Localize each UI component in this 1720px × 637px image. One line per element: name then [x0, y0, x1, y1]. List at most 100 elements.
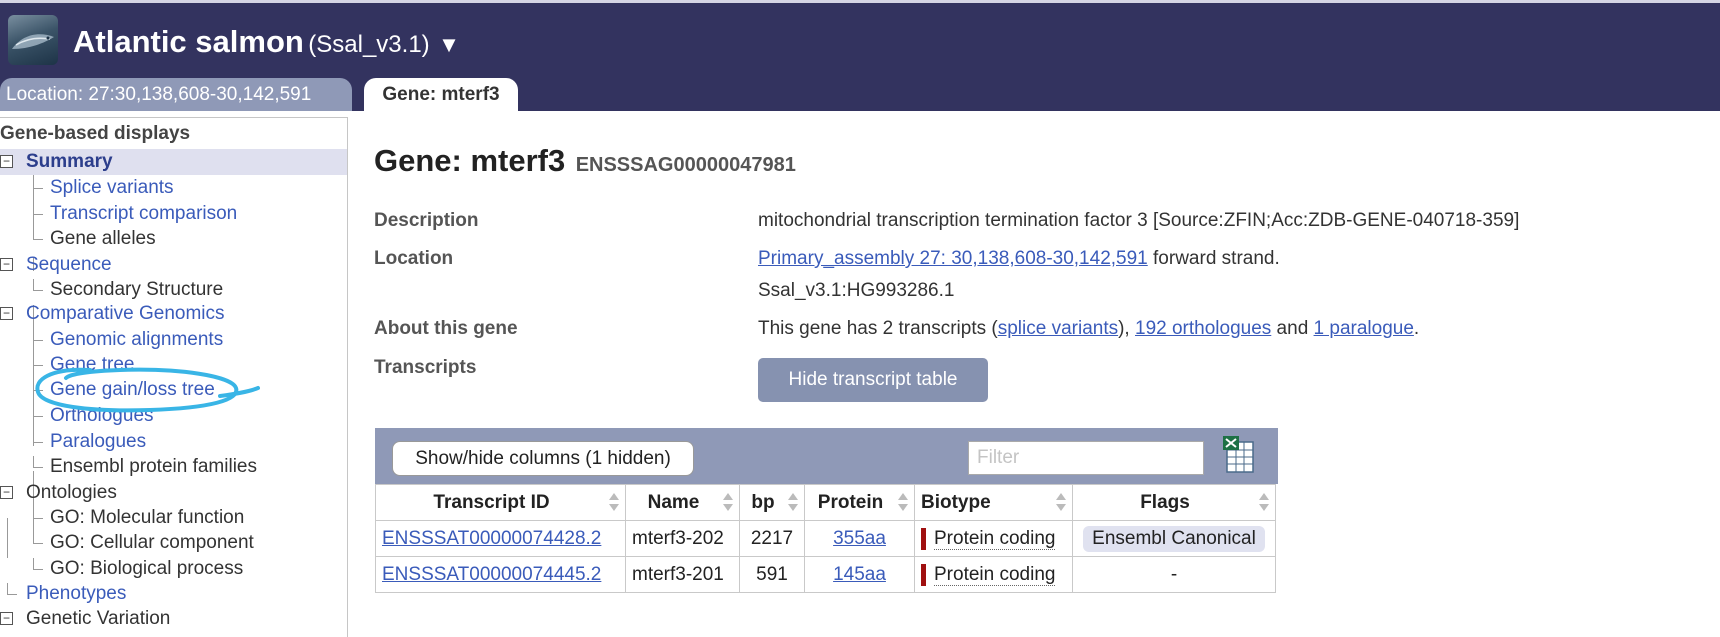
- sidebar-item-label: Genetic Variation: [26, 608, 171, 629]
- collapse-icon[interactable]: −: [0, 258, 13, 271]
- sidebar-item-label: Gene gain/loss tree: [50, 379, 215, 400]
- biotype-label[interactable]: Protein coding: [934, 563, 1056, 586]
- flags-empty: -: [1072, 556, 1276, 593]
- protein-length-link[interactable]: 145aa: [833, 564, 886, 585]
- description-value: mitochondrial transcription termination …: [758, 210, 1520, 231]
- sidebar-item-label: Summary: [26, 151, 113, 172]
- column-header-protein[interactable]: Protein: [804, 484, 915, 521]
- transcripts-label: Transcripts: [374, 357, 477, 378]
- column-header-label: Name: [647, 491, 700, 513]
- species-name: Atlantic salmon: [73, 24, 304, 59]
- top-border: [0, 0, 1720, 3]
- location-value: Primary_assembly 27: 30,138,608-30,142,5…: [758, 248, 1280, 270]
- sidebar-item-label: Ensembl protein families: [50, 456, 257, 477]
- sidebar-item-label: Phenotypes: [26, 583, 127, 604]
- location-suffix: forward strand.: [1147, 248, 1280, 269]
- sidebar-item-label: Secondary Structure: [50, 279, 224, 300]
- protein-length-link[interactable]: 355aa: [833, 528, 886, 549]
- table-row: ENSSSAT00000074445.2 mterf3-201 591 145a…: [375, 556, 1276, 593]
- table-row: ENSSSAT00000074428.2 mterf3-202 2217 355…: [375, 520, 1276, 557]
- tree-connector: [33, 203, 43, 215]
- column-header-flags[interactable]: Flags: [1072, 484, 1276, 521]
- tree-connector: [7, 518, 8, 558]
- chevron-down-icon[interactable]: ▼: [438, 32, 460, 57]
- salmon-logo-icon[interactable]: [8, 15, 58, 65]
- column-header-bp[interactable]: bp: [739, 484, 805, 521]
- tree-connector: [33, 279, 43, 291]
- column-header-biotype[interactable]: Biotype: [914, 484, 1073, 521]
- sidebar-heading: Gene-based displays: [0, 123, 191, 144]
- tree-connector: [33, 329, 43, 341]
- page-title: Gene: mterf3 ENSSSAG00000047981: [374, 143, 796, 179]
- column-header-label: Transcript ID: [433, 491, 550, 513]
- excel-export-icon[interactable]: [1222, 434, 1256, 474]
- transcript-name: mterf3-202: [625, 520, 740, 557]
- orthologues-link[interactable]: 192 orthologues: [1135, 318, 1271, 339]
- gene-stable-id: ENSSSAG00000047981: [575, 154, 796, 176]
- tree-connector: [33, 532, 43, 544]
- paralogue-link[interactable]: 1 paralogue: [1314, 318, 1414, 339]
- description-label: Description: [374, 210, 479, 231]
- biotype-cell: Protein coding: [921, 527, 1056, 550]
- transcript-name: mterf3-201: [625, 556, 740, 593]
- sort-icon[interactable]: [788, 493, 798, 513]
- tree-connector: [33, 405, 43, 417]
- about-label: About this gene: [374, 318, 518, 339]
- transcript-id-link[interactable]: ENSSSAT00000074445.2: [382, 564, 601, 585]
- biotype-cell: Protein coding: [921, 563, 1056, 586]
- species-title[interactable]: Atlantic salmon (Ssal_v3.1) ▼: [73, 24, 460, 60]
- table-header-row: Transcript ID Name bp Protein Biotype Fl…: [375, 484, 1276, 521]
- column-header-label: Protein: [817, 491, 884, 513]
- tree-connector: [33, 228, 43, 240]
- transcript-table: Transcript ID Name bp Protein Biotype Fl…: [375, 484, 1276, 593]
- sidebar-item-summary[interactable]: − Summary: [0, 149, 347, 175]
- tree-connector: [33, 507, 43, 519]
- tree-connector: [33, 177, 43, 189]
- location-link[interactable]: Primary_assembly 27: 30,138,608-30,142,5…: [758, 248, 1148, 269]
- sidebar-item-label: GO: Cellular component: [50, 532, 254, 553]
- sidebar-item-label: Sequence: [26, 254, 112, 275]
- column-header-label: Flags: [1140, 491, 1190, 513]
- sidebar-item-label: Splice variants: [50, 177, 174, 198]
- sidebar-item-label: Paralogues: [50, 431, 147, 452]
- transcript-id-link[interactable]: ENSSSAT00000074428.2: [382, 528, 601, 549]
- sidebar-item-label: Genomic alignments: [50, 329, 224, 350]
- sidebar: Gene-based displays − Summary Splice var…: [0, 117, 348, 637]
- tree-connector: [33, 558, 43, 570]
- tab-gene[interactable]: Gene: mterf3: [364, 78, 518, 111]
- sidebar-item-label: Gene alleles: [50, 228, 156, 249]
- assembly-name: (Ssal_v3.1): [308, 31, 430, 58]
- sort-icon[interactable]: [1056, 493, 1066, 513]
- collapse-icon[interactable]: −: [0, 307, 13, 320]
- sidebar-item-label: Transcript comparison: [50, 203, 238, 224]
- tree-connector: [7, 583, 17, 595]
- tree-connector: [33, 456, 43, 468]
- transcript-bp: 2217: [739, 520, 805, 557]
- filter-input[interactable]: [968, 441, 1204, 475]
- splice-variants-link[interactable]: splice variants: [998, 318, 1118, 339]
- column-header-transcript-id[interactable]: Transcript ID: [375, 484, 626, 521]
- gene-title: Gene: mterf3: [374, 143, 566, 178]
- column-header-name[interactable]: Name: [625, 484, 740, 521]
- show-hide-columns-button[interactable]: Show/hide columns (1 hidden): [392, 441, 694, 476]
- sidebar-item-label: Orthologues: [50, 405, 154, 426]
- biotype-label[interactable]: Protein coding: [934, 527, 1056, 550]
- sort-icon[interactable]: [723, 493, 733, 513]
- sort-icon[interactable]: [1259, 493, 1269, 513]
- tab-location[interactable]: Location: 27:30,138,608-30,142,591: [0, 78, 352, 111]
- about-text: ),: [1118, 318, 1135, 339]
- hide-transcript-table-button[interactable]: Hide transcript table: [758, 358, 988, 402]
- tree-connector: [33, 354, 43, 366]
- sidebar-item-label: Gene tree: [50, 354, 135, 375]
- sort-icon[interactable]: [609, 493, 619, 513]
- column-header-label: bp: [751, 491, 775, 513]
- flag-badge[interactable]: Ensembl Canonical: [1083, 525, 1265, 552]
- sort-icon[interactable]: [898, 493, 908, 513]
- sidebar-item-label: GO: Biological process: [50, 558, 244, 579]
- collapse-icon[interactable]: −: [0, 612, 13, 625]
- tree-connector: [33, 431, 43, 443]
- about-text: .: [1413, 318, 1420, 339]
- collapse-icon[interactable]: −: [0, 155, 13, 168]
- collapse-icon[interactable]: −: [0, 486, 13, 499]
- about-value: This gene has 2 transcripts (splice vari…: [758, 318, 1419, 340]
